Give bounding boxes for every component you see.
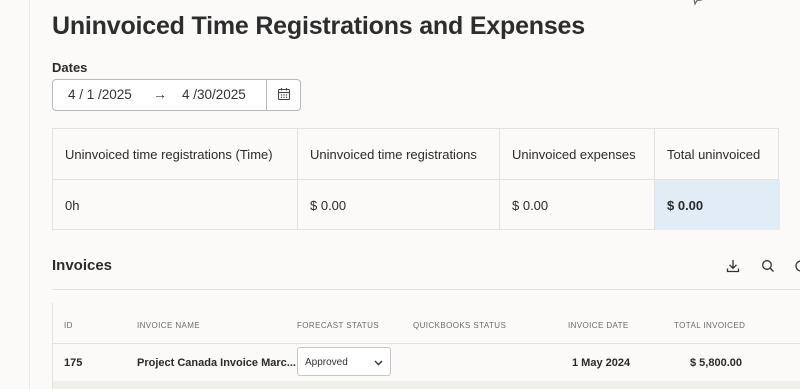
calendar-button[interactable] <box>266 80 300 110</box>
download-icon[interactable] <box>725 258 741 274</box>
search-icon[interactable] <box>760 258 776 274</box>
summary-header-total: Total uninvoiced <box>667 146 761 162</box>
invoice-date: 1 May 2024 <box>572 357 631 369</box>
cursor-icon <box>690 0 704 6</box>
column-header-forecast-status[interactable]: FORECAST STATUS <box>297 321 379 330</box>
summary-value-row: 0h $ 0.00 $ 0.00 $ 0.00 <box>53 180 780 230</box>
total-invoiced: $ 5,800.00 <box>690 357 742 369</box>
calendar-icon <box>277 87 291 104</box>
table-footer-band <box>53 381 800 389</box>
forecast-status-select[interactable]: Approved <box>297 347 391 376</box>
end-date-input[interactable]: 4 /30/2025 <box>182 87 246 102</box>
header-divider <box>53 343 800 344</box>
chevron-down-icon <box>373 357 384 368</box>
range-arrow: → <box>153 86 167 102</box>
summary-header-time: Uninvoiced time registrations (Time) <box>53 129 298 179</box>
invoices-title: Invoices <box>52 257 113 274</box>
more-icon[interactable] <box>793 258 800 274</box>
page-title: Uninvoiced Time Registrations and Expens… <box>52 12 585 40</box>
invoices-table: ID INVOICE NAME FORECAST STATUS QUICKBOO… <box>52 303 800 389</box>
column-header-invoice-name[interactable]: INVOICE NAME <box>137 321 200 330</box>
summary-header-registrations: Uninvoiced time registrations <box>298 129 500 179</box>
column-header-total-invoiced[interactable]: TOTAL INVOICED <box>674 321 745 330</box>
invoice-name-link[interactable]: Project Canada Invoice Marc... <box>137 357 296 369</box>
forecast-status-value: Approved <box>305 357 348 368</box>
summary-header-expenses: Uninvoiced expenses <box>500 129 655 179</box>
summary-header-row: Uninvoiced time registrations (Time) Uni… <box>53 129 778 180</box>
summary-value-registrations: $ 0.00 <box>298 180 500 230</box>
date-range-picker[interactable]: 4 / 1 /2025 → 4 /30/2025 <box>52 79 301 111</box>
dates-label: Dates <box>52 60 88 75</box>
column-header-id[interactable]: ID <box>64 321 73 330</box>
left-nav-strip <box>0 0 30 389</box>
invoice-id: 175 <box>64 357 83 369</box>
summary-value-time: 0h <box>53 180 298 230</box>
uninvoiced-summary-table: Uninvoiced time registrations (Time) Uni… <box>52 128 780 230</box>
column-header-invoice-date[interactable]: INVOICE DATE <box>568 321 629 330</box>
start-date-input[interactable]: 4 / 1 /2025 <box>68 87 132 102</box>
column-header-quickbooks-status[interactable]: QUICKBOOKS STATUS <box>413 321 506 330</box>
section-divider <box>52 289 800 290</box>
summary-value-total: $ 0.00 <box>655 180 780 230</box>
summary-value-expenses: $ 0.00 <box>500 180 655 230</box>
